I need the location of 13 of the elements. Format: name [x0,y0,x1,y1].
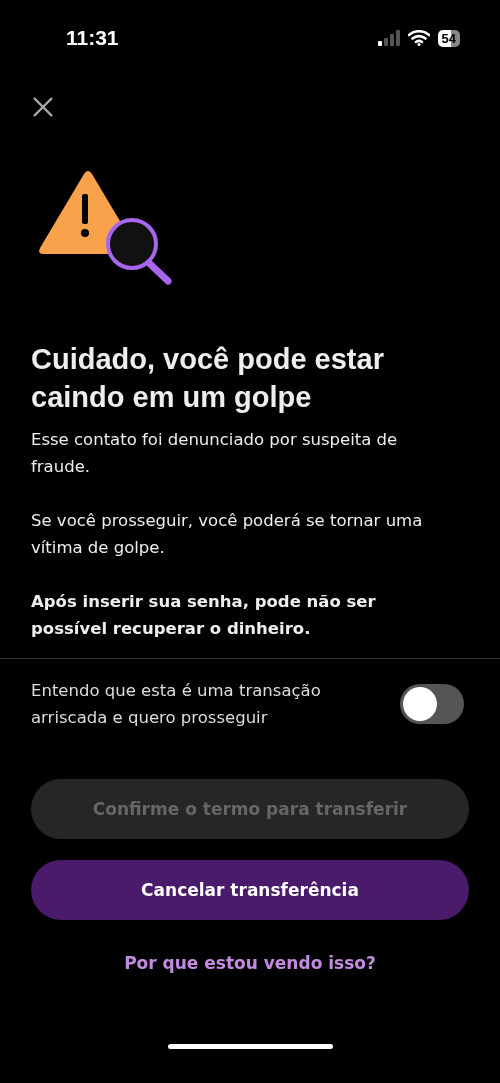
close-icon[interactable] [32,96,54,118]
warning-text: Se você prosseguir, você poderá se tornar uma vítima de golpe. [31,510,424,559]
warning-text: Após inserir sua senha, pode não ser possível recuperar o dinheiro. [31,591,377,640]
status-time: 11:31 [66,26,119,50]
info-link[interactable]: Por que estou vendo isso? [118,952,382,974]
cancel-button[interactable]: Cancelar transferência [31,860,469,920]
battery-level: 54 [437,29,460,47]
wifi-icon [407,30,430,46]
consent-toggle[interactable] [400,684,464,724]
warning-title: Cuidado, você pode estar caindo em um golpe [31,342,385,415]
signal-icon [377,30,400,46]
consent-label: Entendo que esta é uma transação arriscada e quero prosseguir [31,680,322,729]
warning-text: Esse contato foi denunciado por suspeita de fraude. [31,429,399,478]
